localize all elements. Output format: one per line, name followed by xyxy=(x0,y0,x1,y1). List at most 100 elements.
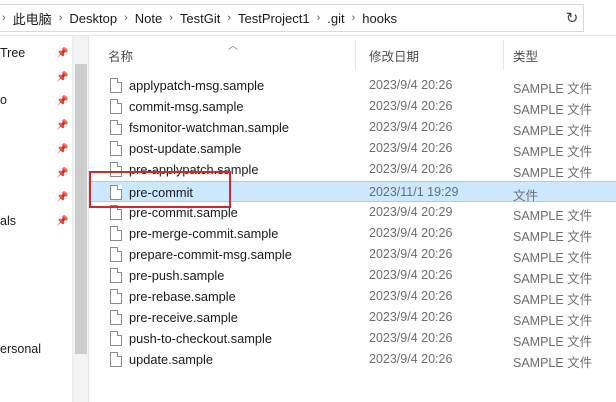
file-row[interactable]: update.sample 2023/9/4 20:26 SAMPLE 文件 xyxy=(90,349,616,370)
file-row[interactable]: commit-msg.sample 2023/9/4 20:26 SAMPLE 文件 xyxy=(90,96,616,117)
file-icon xyxy=(110,120,122,136)
file-icon xyxy=(110,141,122,157)
file-icon xyxy=(110,225,122,241)
file-modified-date: 2023/11/1 19:29 xyxy=(369,184,459,199)
nav-item-ersonal[interactable]: ersonal xyxy=(0,342,41,356)
file-modified-date: 2023/9/4 20:26 xyxy=(369,246,453,261)
chevron-right-icon[interactable]: › xyxy=(310,12,328,24)
file-name: commit-msg.sample xyxy=(129,99,244,115)
file-row[interactable]: pre-merge-commit.sample 2023/9/4 20:26 SAM… xyxy=(90,223,616,244)
file-icon xyxy=(110,289,122,304)
file-type: SAMPLE 文件 xyxy=(513,335,593,350)
breadcrumb-item-note[interactable]: Note xyxy=(135,11,162,26)
breadcrumb-item-this-pc[interactable]: 此电脑 xyxy=(13,9,52,28)
refresh-icon[interactable]: ↻ xyxy=(562,8,582,28)
file-modified-date: 2023/9/4 20:26 xyxy=(369,99,453,114)
address-bar: › 此电脑 › Desktop › Note › TestGit › TestP… xyxy=(0,0,616,36)
chevron-right-icon[interactable]: › xyxy=(162,12,180,24)
nav-item-tree[interactable]: Tree xyxy=(0,46,25,60)
file-icon xyxy=(110,246,122,262)
file-name: post-update.sample xyxy=(129,141,242,157)
file-type: SAMPLE 文件 xyxy=(513,293,593,307)
pin-icon[interactable]: 📌 xyxy=(56,192,68,204)
sort-ascending-icon: ︿ xyxy=(228,41,238,52)
breadcrumb-item-git[interactable]: .git xyxy=(327,11,344,26)
chevron-right-icon[interactable]: › xyxy=(0,12,13,24)
file-icon xyxy=(110,99,122,115)
breadcrumb-item-testproject1[interactable]: TestProject1 xyxy=(238,11,310,26)
file-type: SAMPLE 文件 xyxy=(513,82,593,96)
file-modified-date: 2023/9/4 20:26 xyxy=(369,267,453,282)
file-modified-date: 2023/9/4 20:26 xyxy=(369,78,453,92)
breadcrumb-item-hooks[interactable]: hooks xyxy=(362,11,397,26)
file-row[interactable]: post-update.sample 2023/9/4 20:26 SAMPLE 文… xyxy=(90,138,616,159)
file-row[interactable]: applypatch-msg.sample 2023/9/4 20:26 SAMPL… xyxy=(90,75,616,96)
file-row[interactable]: pre-receive.sample 2023/9/4 20:26 SAMPLE 文… xyxy=(90,307,616,328)
file-modified-date: 2023/9/4 20:26 xyxy=(369,162,453,177)
pin-icon[interactable]: 📌 xyxy=(56,48,68,60)
nav-scrollbar-thumb[interactable] xyxy=(75,64,87,354)
breadcrumb[interactable]: › 此电脑 › Desktop › Note › TestGit › TestP… xyxy=(0,4,584,32)
file-modified-date: 2023/9/4 20:26 xyxy=(369,331,453,346)
file-icon xyxy=(110,310,122,326)
column-header-type[interactable]: 类型 xyxy=(513,36,538,74)
file-type: SAMPLE 文件 xyxy=(513,124,593,139)
pin-icon[interactable]: 📌 xyxy=(56,96,68,108)
file-type: SAMPLE 文件 xyxy=(513,250,593,265)
file-modified-date: 2023/9/4 20:26 xyxy=(369,289,453,303)
file-name: pre-rebase.sample xyxy=(129,289,236,304)
file-type: SAMPLE 文件 xyxy=(513,356,593,371)
file-type: SAMPLE 文件 xyxy=(513,145,593,160)
file-type: SAMPLE 文件 xyxy=(513,271,593,286)
column-header-date[interactable]: 修改日期 xyxy=(369,36,419,74)
navigation-pane: Tree 📌 📌 o 📌 📌 📌 📌 📌 als 📌 ersonal xyxy=(0,36,72,402)
pane-divider xyxy=(88,36,89,402)
chevron-right-icon[interactable]: › xyxy=(52,12,70,24)
file-modified-date: 2023/9/4 20:26 xyxy=(369,310,453,325)
file-modified-date: 2023/9/4 20:26 xyxy=(369,141,453,156)
file-modified-date: 2023/9/4 20:26 xyxy=(369,225,453,240)
column-header-name[interactable]: 名称 xyxy=(108,36,133,74)
nav-scrollbar[interactable] xyxy=(72,36,88,402)
file-type: SAMPLE 文件 xyxy=(513,166,593,181)
breadcrumb-item-testgit[interactable]: TestGit xyxy=(180,11,220,26)
file-modified-date: 2023/9/4 20:26 xyxy=(369,352,453,367)
chevron-right-icon[interactable]: › xyxy=(117,12,135,24)
file-icon xyxy=(110,331,122,347)
file-name: prepare-commit-msg.sample xyxy=(129,246,292,262)
nav-item-als[interactable]: als xyxy=(0,214,16,228)
pin-icon[interactable]: 📌 xyxy=(56,72,68,84)
file-type: SAMPLE 文件 xyxy=(513,103,593,118)
file-name: pre-merge-commit.sample xyxy=(129,225,279,241)
chevron-right-icon[interactable]: › xyxy=(345,12,363,24)
file-type: SAMPLE 文件 xyxy=(513,229,593,244)
pin-icon[interactable]: 📌 xyxy=(56,144,68,156)
annotation-highlight-box xyxy=(89,171,231,208)
file-modified-date: 2023/9/4 20:26 xyxy=(369,120,453,135)
file-row[interactable]: pre-push.sample 2023/9/4 20:26 SAMPLE 文件 xyxy=(90,265,616,286)
nav-item-o[interactable]: o xyxy=(0,93,7,107)
file-row[interactable]: prepare-commit-msg.sample 2023/9/4 20:26 S… xyxy=(90,244,616,265)
column-divider[interactable] xyxy=(503,40,504,70)
file-name: pre-push.sample xyxy=(129,267,225,283)
file-icon xyxy=(110,267,122,283)
file-modified-date: 2023/9/4 20:29 xyxy=(369,204,453,219)
breadcrumb-item-desktop[interactable]: Desktop xyxy=(69,11,117,26)
column-divider[interactable] xyxy=(355,40,356,70)
file-type: SAMPLE 文件 xyxy=(513,208,593,223)
file-name: applypatch-msg.sample xyxy=(129,78,265,93)
chevron-right-icon[interactable]: › xyxy=(220,12,238,24)
file-type: SAMPLE 文件 xyxy=(513,314,593,329)
file-name: push-to-checkout.sample xyxy=(129,331,272,347)
pin-icon[interactable]: 📌 xyxy=(56,120,68,132)
pin-icon[interactable]: 📌 xyxy=(56,216,68,228)
file-row[interactable]: fsmonitor-watchman.sample 2023/9/4 20:26 S… xyxy=(90,117,616,138)
file-icon xyxy=(110,352,122,368)
file-name: pre-receive.sample xyxy=(129,310,238,326)
file-name: fsmonitor-watchman.sample xyxy=(129,120,290,136)
file-name: update.sample xyxy=(129,352,213,368)
file-icon xyxy=(110,78,122,93)
pin-icon[interactable]: 📌 xyxy=(56,168,68,180)
file-row[interactable]: pre-rebase.sample 2023/9/4 20:26 SAMPLE 文件 xyxy=(90,286,616,307)
file-row[interactable]: push-to-checkout.sample 2023/9/4 20:26 SAM… xyxy=(90,328,616,349)
